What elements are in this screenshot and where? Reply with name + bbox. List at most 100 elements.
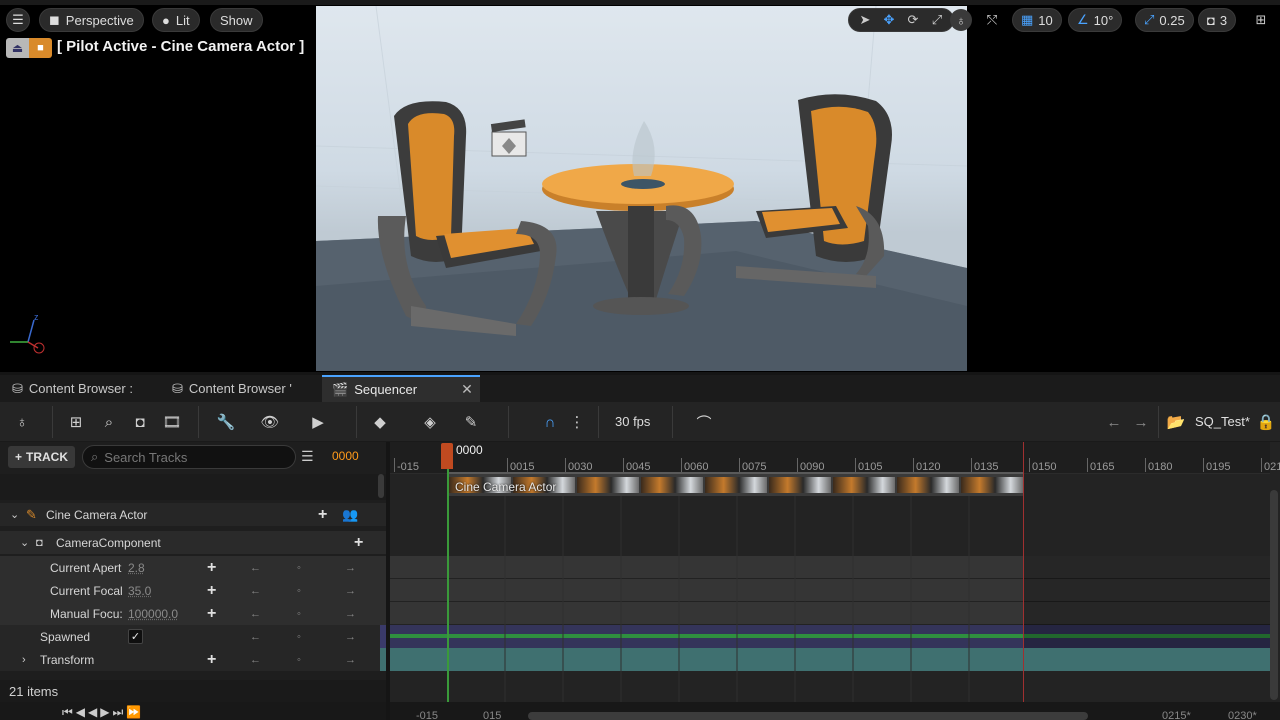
curve-editor-icon[interactable]: ⌒	[692, 411, 716, 433]
prev-key-icon[interactable]: ←	[250, 585, 261, 597]
navigate-forward-icon[interactable]: →	[1129, 411, 1153, 433]
world-icon[interactable]: ♁	[10, 411, 34, 433]
property-value[interactable]: 35.0	[128, 584, 151, 598]
tab-content-browser-1[interactable]: ⛁ Content Browser :	[2, 375, 143, 402]
lock-icon[interactable]: 🔒	[1254, 411, 1278, 433]
next-key-icon[interactable]: →	[345, 631, 356, 643]
pilot-actor-indicator[interactable]: ⏏ ■	[6, 38, 52, 58]
grid-snap-button[interactable]: ▦ 10	[1012, 8, 1062, 32]
add-icon[interactable]: +	[318, 506, 327, 524]
filter-icon[interactable]: ☰	[301, 448, 314, 465]
track-row-current-focal[interactable]: Current Focal 35.0 + ← ◦ →	[0, 579, 386, 602]
playback-end-marker[interactable]	[1023, 442, 1024, 702]
add-actor-icon[interactable]: 👥	[342, 507, 358, 523]
select-tool-icon[interactable]: ➤	[854, 9, 876, 31]
viewport-menu-button[interactable]: ☰	[6, 8, 30, 32]
snap-magnet-icon[interactable]: ∩	[538, 411, 562, 433]
track-row-current-aperture[interactable]: Current Apert 2.8 + ← ◦ →	[0, 556, 386, 579]
edit-pencil-icon[interactable]: ✎	[459, 411, 483, 433]
track-row-manual-focus[interactable]: Manual Focu: 100000.0 + ← ◦ →	[0, 602, 386, 625]
navigate-back-icon[interactable]: ←	[1102, 411, 1126, 433]
chevron-right-icon[interactable]: ›	[22, 654, 26, 666]
timeline-horizontal-scrollbar[interactable]: -015 015 0215* 0230*	[390, 702, 1280, 720]
key-toggle-icon[interactable]: ◦	[297, 585, 301, 597]
show-button[interactable]: Show	[210, 8, 263, 32]
track-label: Transform	[40, 653, 94, 667]
time-ruler[interactable]: -015 0015 0030 0045 0060 0075 0090 0105 …	[390, 442, 1270, 474]
key-type-icon[interactable]: ◆	[368, 411, 392, 433]
next-key-icon[interactable]: →	[345, 562, 356, 574]
sequence-name-label[interactable]: SQ_Test*	[1195, 414, 1250, 429]
search-tracks-input[interactable]: ⌕ Search Tracks	[82, 445, 296, 469]
key-toggle-icon[interactable]: ◦	[297, 631, 301, 643]
chevron-down-icon[interactable]: ⌄	[10, 508, 19, 521]
track-row-cine-camera-actor[interactable]: ⌄ ✎ Cine Camera Actor + 👥	[0, 503, 386, 526]
add-key-icon[interactable]: +	[207, 605, 216, 623]
spawned-checkbox[interactable]: ✓	[128, 629, 143, 644]
add-icon[interactable]: +	[354, 534, 363, 552]
property-value[interactable]: 2.8	[128, 561, 145, 575]
add-sequence-icon[interactable]: ⊞	[64, 411, 88, 433]
transport-buttons-icon[interactable]: ⏮◀◀▶⏭⏩	[62, 705, 144, 720]
key-toggle-icon[interactable]: ◦	[297, 562, 301, 574]
key-toggle-icon[interactable]: ◦	[297, 608, 301, 620]
outliner-scrollbar[interactable]	[378, 474, 384, 498]
track-row-camera-component[interactable]: ⌄ ◘ CameraComponent +	[0, 531, 386, 554]
scroll-thumb[interactable]	[528, 712, 1088, 720]
current-frame-field[interactable]: 0000	[332, 449, 359, 463]
prev-key-icon[interactable]: ←	[250, 631, 261, 643]
tab-sequencer[interactable]: 🎬 Sequencer ✕	[322, 375, 480, 402]
tick-label: 021	[1264, 461, 1280, 473]
next-key-icon[interactable]: →	[345, 654, 356, 666]
camera-actor-section[interactable]: Cine Camera Actor	[449, 472, 1024, 496]
rotation-snap-value: 10°	[1094, 13, 1114, 28]
rotation-snap-button[interactable]: ∠ 10°	[1068, 8, 1122, 32]
viewport-layout-icon[interactable]: ⊞	[1250, 9, 1272, 31]
world-local-icon[interactable]: ♁	[950, 9, 972, 31]
tab-content-browser-2[interactable]: ⛁ Content Browser '	[162, 375, 302, 402]
add-key-icon[interactable]: +	[207, 559, 216, 577]
playhead-handle[interactable]	[441, 443, 453, 469]
chevron-down-icon[interactable]: ⌄	[20, 536, 29, 549]
next-key-icon[interactable]: →	[345, 585, 356, 597]
prev-key-icon[interactable]: ←	[250, 562, 261, 574]
translate-tool-icon[interactable]: ✥	[878, 9, 900, 31]
scale-tool-icon[interactable]: ⤢	[926, 9, 948, 31]
track-row-transform[interactable]: › Transform + ← ◦ →	[0, 648, 386, 671]
surface-snap-icon[interactable]: ⤲	[981, 9, 1003, 31]
camera-speed-button[interactable]: ◘ 3	[1198, 8, 1236, 32]
add-key-icon[interactable]: ◈	[418, 411, 442, 433]
close-tab-icon[interactable]: ✕	[461, 381, 473, 398]
folder-icon[interactable]: 📂	[1164, 411, 1188, 433]
track-button-label: TRACK	[26, 450, 68, 464]
render-movie-icon[interactable]: 🎞	[160, 411, 184, 433]
key-toggle-icon[interactable]: ◦	[297, 654, 301, 666]
property-value[interactable]: 100000.0	[128, 607, 178, 621]
scale-snap-button[interactable]: ⤢ 0.25	[1135, 8, 1194, 32]
search-asset-icon[interactable]: ⌕	[97, 411, 121, 433]
add-track-button[interactable]: + TRACK	[8, 446, 75, 468]
actions-wrench-icon[interactable]: 🔧	[214, 411, 238, 433]
perspective-button[interactable]: ◼ Perspective	[39, 8, 144, 32]
prev-key-icon[interactable]: ←	[250, 654, 261, 666]
rotate-tool-icon[interactable]: ⟳	[902, 9, 924, 31]
timeline-vertical-scrollbar[interactable]	[1270, 490, 1278, 700]
track-label: Current Apert	[50, 561, 121, 575]
more-options-icon[interactable]: ⋮	[565, 411, 589, 433]
playback-options-icon[interactable]: ▶	[306, 411, 330, 433]
track-label: Current Focal	[50, 584, 123, 598]
camera-actor-icon: ✎	[26, 507, 37, 523]
tick-label: -015	[397, 461, 419, 473]
lit-button[interactable]: ● Lit	[152, 8, 200, 32]
camera-cut-icon[interactable]: ◘	[128, 411, 152, 433]
add-key-icon[interactable]: +	[207, 582, 216, 600]
prev-key-icon[interactable]: ←	[250, 608, 261, 620]
add-key-icon[interactable]: +	[207, 651, 216, 669]
eject-icon[interactable]: ⏏	[6, 38, 29, 58]
frame-rate-dropdown[interactable]: 30 fps	[615, 414, 650, 429]
viewport-scene[interactable]	[316, 6, 967, 371]
view-options-eye-icon[interactable]: 👁	[258, 411, 282, 433]
next-key-icon[interactable]: →	[345, 608, 356, 620]
track-row-spawned[interactable]: Spawned ✓ ← ◦ →	[0, 625, 386, 648]
panel-tab-bar: ⛁ Content Browser : ⛁ Content Browser ' …	[0, 375, 1280, 402]
